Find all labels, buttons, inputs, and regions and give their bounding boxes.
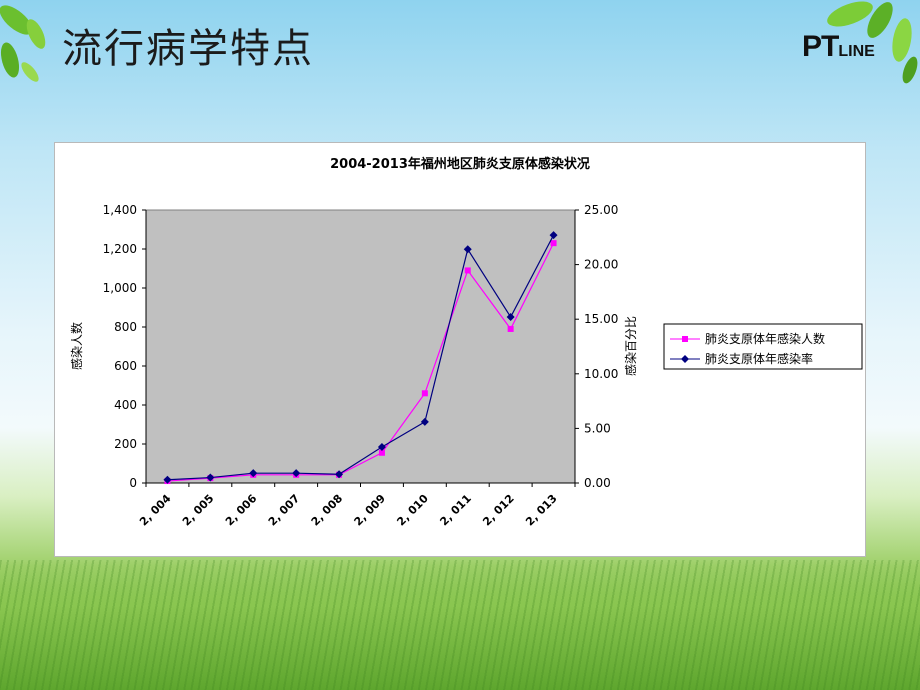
y2-tick-label: 25.00 (584, 203, 618, 217)
y-axis-label: 感染人数 (69, 322, 84, 370)
y-tick-label: 1,000 (103, 281, 137, 295)
x-tick-label: 2, 008 (309, 492, 346, 529)
x-tick-label: 2, 013 (523, 492, 560, 529)
data-point-count (464, 267, 471, 274)
data-point-count (550, 240, 557, 247)
x-tick-label: 2, 004 (137, 492, 174, 529)
y2-tick-label: 0.00 (584, 476, 611, 490)
x-tick-label: 2, 009 (352, 492, 389, 529)
x-tick-label: 2, 011 (437, 492, 474, 529)
slide-title: 流行病学特点 (62, 26, 314, 72)
x-tick-label: 2, 007 (266, 492, 303, 529)
brand-logo: PTLINE (802, 30, 875, 64)
x-tick-label: 2, 010 (394, 492, 431, 529)
logo-bold-text: PT (802, 30, 839, 63)
data-point-count (507, 325, 514, 332)
data-point-count (421, 390, 428, 397)
grass-background (0, 560, 920, 690)
y-tick-label: 1,200 (103, 242, 137, 256)
legend-label-rate: 肺炎支原体年感染率 (705, 351, 813, 366)
y-tick-label: 800 (114, 320, 137, 334)
y-axis-ticks: 0 200 400 600 800 1,000 1,200 1,400 (103, 203, 147, 490)
y-tick-label: 200 (114, 437, 137, 451)
leaf-decoration-left (0, 5, 46, 82)
y2-tick-label: 15.00 (584, 312, 618, 326)
y-tick-label: 400 (114, 398, 137, 412)
y2-tick-label: 20.00 (584, 258, 618, 272)
y-tick-label: 600 (114, 359, 137, 373)
x-axis-ticks: 2, 004 2, 005 2, 006 2, 007 2, 008 2, 009 2, 0… (137, 482, 576, 529)
logo-light-text: LINE (838, 43, 875, 60)
x-tick-label: 2, 005 (180, 492, 217, 529)
y2-axis-ticks: 0.00 5.00 10.00 15.00 20.00 25.00 (574, 203, 618, 490)
y-tick-label: 0 (129, 476, 137, 490)
chart-title: 2004-2013年福州地区肺炎支原体感染状况 (330, 156, 590, 172)
plot-area (145, 209, 576, 484)
y2-tick-label: 10.00 (584, 367, 618, 381)
legend-marker-count (682, 336, 688, 342)
legend: 肺炎支原体年感染人数 肺炎支原体年感染率 (663, 323, 863, 370)
legend-label-count: 肺炎支原体年感染人数 (705, 331, 825, 346)
y2-tick-label: 5.00 (584, 421, 611, 435)
x-tick-label: 2, 006 (223, 492, 260, 529)
y2-axis-label: 感染百分比 (623, 316, 638, 376)
line-chart: 2004-2013年福州地区肺炎支原体感染状况 感染人数 感染百分比 0 200 4… (69, 156, 863, 529)
y-tick-label: 1,400 (103, 203, 137, 217)
x-tick-label: 2, 012 (480, 492, 517, 529)
chart-container: 2004-2013年福州地区肺炎支原体感染状况 感染人数 感染百分比 0 200 4… (54, 142, 866, 557)
